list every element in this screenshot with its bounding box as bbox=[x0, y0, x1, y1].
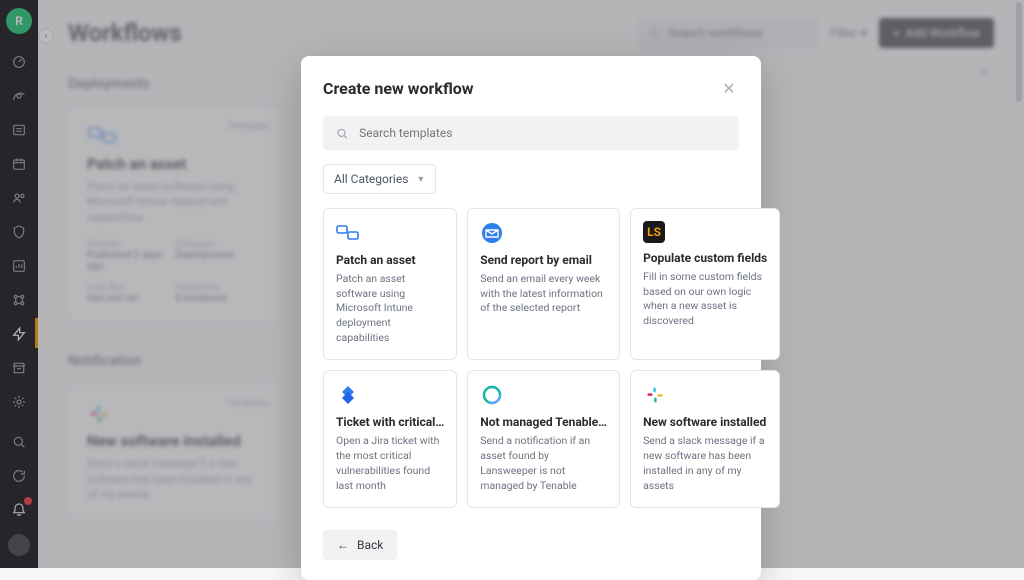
template-card-ticket-critical[interactable]: Ticket with critical… Open a Jira ticket… bbox=[323, 370, 457, 508]
close-icon[interactable]: ✕ bbox=[719, 78, 739, 98]
template-title: New software installed bbox=[643, 415, 767, 429]
email-icon bbox=[480, 221, 504, 245]
template-desc: Send an email every week with the latest… bbox=[480, 272, 607, 316]
back-label: Back bbox=[357, 538, 383, 552]
template-desc: Fill in some custom fields based on our … bbox=[643, 270, 767, 329]
template-title: Not managed Tenable… bbox=[480, 415, 607, 429]
modal-overlay[interactable]: Create new workflow ✕ All Categories ▼ P… bbox=[0, 0, 1024, 568]
slack-icon bbox=[643, 383, 667, 407]
category-select[interactable]: All Categories ▼ bbox=[323, 164, 436, 194]
search-icon bbox=[335, 126, 349, 141]
arrow-left-icon: ← bbox=[337, 538, 349, 552]
patch-icon bbox=[336, 221, 360, 245]
template-desc: Send a slack message if a new software h… bbox=[643, 434, 767, 493]
create-workflow-modal: Create new workflow ✕ All Categories ▼ P… bbox=[301, 56, 761, 580]
template-card-tenable[interactable]: Not managed Tenable… Send a notification… bbox=[467, 370, 620, 508]
templates-grid: Patch an asset Patch an asset software u… bbox=[323, 208, 739, 508]
template-search[interactable] bbox=[323, 116, 739, 150]
template-title: Send report by email bbox=[480, 253, 607, 267]
template-card-send-report[interactable]: Send report by email Send an email every… bbox=[467, 208, 620, 360]
template-search-input[interactable] bbox=[359, 126, 727, 140]
jira-icon bbox=[336, 383, 360, 407]
category-select-label: All Categories bbox=[334, 172, 408, 186]
template-title: Populate custom fields bbox=[643, 251, 767, 265]
template-desc: Open a Jira ticket with the most critica… bbox=[336, 434, 444, 493]
template-desc: Send a notification if an asset found by… bbox=[480, 434, 607, 493]
template-desc: Patch an asset software using Microsoft … bbox=[336, 272, 444, 345]
back-button[interactable]: ← Back bbox=[323, 530, 397, 560]
template-title: Patch an asset bbox=[336, 253, 444, 267]
template-card-new-software[interactable]: New software installed Send a slack mess… bbox=[630, 370, 780, 508]
template-title: Ticket with critical… bbox=[336, 415, 444, 429]
template-card-patch-asset[interactable]: Patch an asset Patch an asset software u… bbox=[323, 208, 457, 360]
tenable-icon bbox=[480, 383, 504, 407]
template-card-populate-fields[interactable]: LS Populate custom fields Fill in some c… bbox=[630, 208, 780, 360]
modal-title: Create new workflow bbox=[323, 79, 474, 98]
lansweeper-icon: LS bbox=[643, 221, 665, 243]
chevron-down-icon: ▼ bbox=[416, 174, 425, 185]
